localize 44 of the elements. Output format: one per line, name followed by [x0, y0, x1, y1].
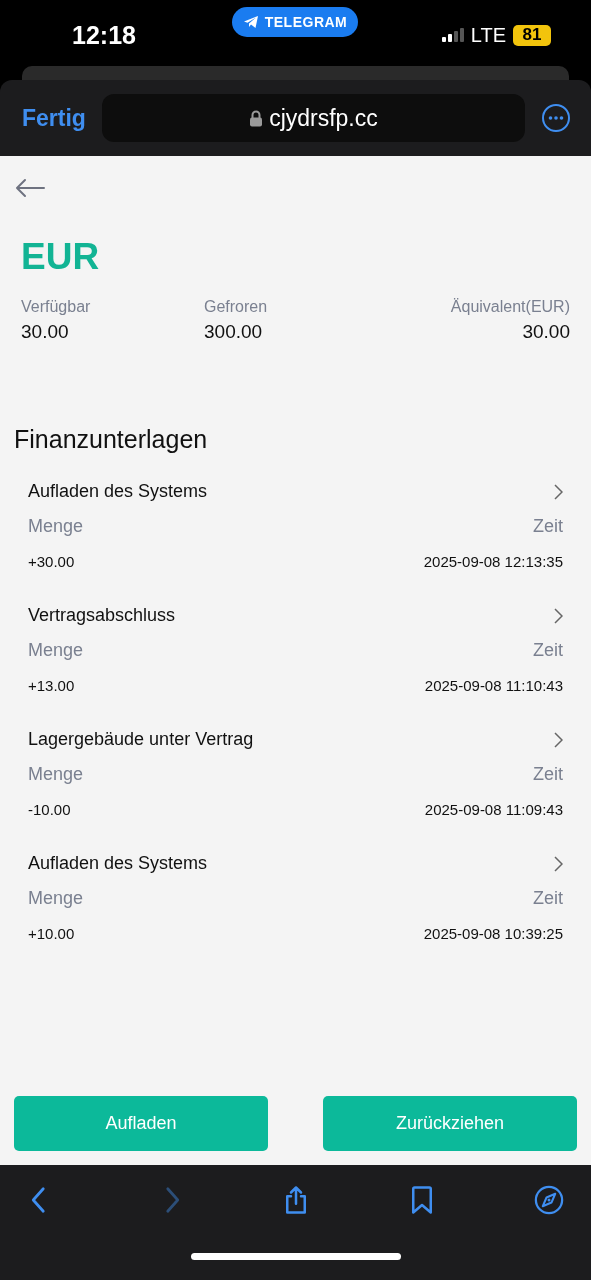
- paper-plane-icon: [242, 15, 259, 29]
- lock-icon: [249, 109, 264, 127]
- more-icon[interactable]: [541, 103, 571, 133]
- column-label: Menge: [28, 888, 84, 909]
- chevron-right-icon[interactable]: [553, 731, 563, 748]
- compass-icon[interactable]: [534, 1185, 564, 1215]
- status-time: 12:18: [72, 20, 136, 50]
- timestamp: 2025-09-08 11:10:43: [424, 677, 563, 694]
- column-label: Zeit: [533, 516, 563, 537]
- chevron-right-icon[interactable]: [553, 607, 563, 624]
- signal-icon: [441, 28, 464, 42]
- balance-label: Verfügbar: [21, 298, 91, 316]
- amount-value: +10.00: [28, 925, 75, 942]
- column-label: Menge: [28, 516, 84, 537]
- timestamp: 2025-09-08 10:39:25: [423, 925, 563, 942]
- column-label: Zeit: [533, 888, 563, 909]
- section-title: Finanzunterlagen: [14, 425, 209, 454]
- done-button[interactable]: Fertig: [22, 104, 86, 132]
- app-return-pill[interactable]: TELEGRAM: [232, 7, 358, 37]
- currency-title: EUR: [21, 236, 101, 278]
- column-label: Menge: [28, 640, 84, 661]
- timestamp: 2025-09-08 11:09:43: [424, 801, 563, 818]
- balance-value: 30.00: [522, 321, 570, 343]
- amount-value: +13.00: [28, 677, 75, 694]
- network-label: LTE: [470, 23, 506, 47]
- balance-label: Gefroren: [204, 298, 268, 316]
- balance-value: 30.00: [21, 321, 69, 343]
- amount-value: -10.00: [28, 801, 71, 818]
- battery-icon: 81: [513, 24, 551, 46]
- balance-label: Äquivalent(EUR): [450, 298, 570, 316]
- timestamp: 2025-09-08 12:13:35: [423, 553, 563, 570]
- column-label: Menge: [28, 764, 84, 785]
- balance-value: 300.00: [204, 321, 263, 343]
- amount-value: +30.00: [28, 553, 75, 570]
- record-title[interactable]: Aufladen des Systems: [28, 481, 208, 502]
- address-field[interactable]: cjydrsfp.cc: [101, 94, 525, 142]
- column-label: Zeit: [533, 640, 563, 661]
- record-title[interactable]: Aufladen des Systems: [28, 853, 208, 874]
- record-title[interactable]: Vertragsabschluss: [28, 605, 176, 626]
- record-title[interactable]: Lagergebäude unter Vertrag: [28, 729, 254, 750]
- column-label: Zeit: [533, 764, 563, 785]
- chevron-right-icon[interactable]: [553, 855, 563, 872]
- chevron-right-icon[interactable]: [553, 483, 563, 500]
- back-arrow-icon[interactable]: [14, 178, 46, 198]
